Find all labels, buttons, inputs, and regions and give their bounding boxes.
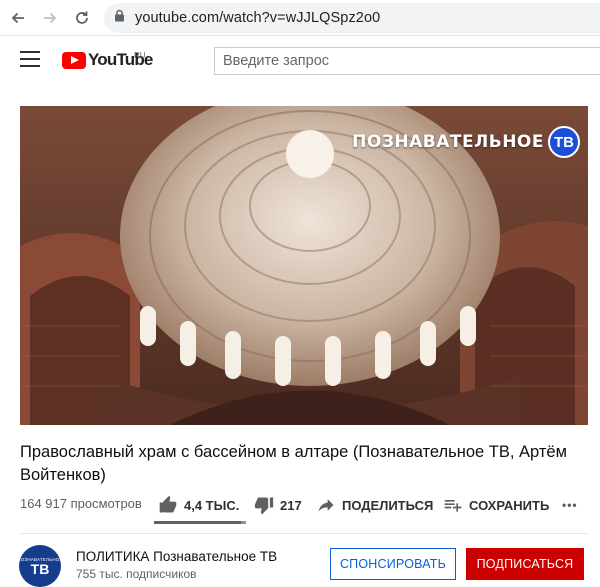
back-arrow-icon[interactable] bbox=[6, 6, 30, 30]
reload-icon[interactable] bbox=[70, 6, 94, 30]
view-count: 164 917 просмотров bbox=[20, 496, 142, 511]
more-actions-button[interactable]: ••• bbox=[562, 492, 578, 518]
like-bar-fill bbox=[154, 521, 242, 524]
watermark-text: ПОЗНАВАТЕЛЬНОЕ bbox=[352, 132, 544, 152]
channel-watermark: ПОЗНАВАТЕЛЬНОЕ ТВ bbox=[352, 126, 580, 158]
region-label: RU bbox=[134, 51, 146, 60]
save-button[interactable]: СОХРАНИТЬ bbox=[443, 492, 549, 518]
video-title: Православный храм с бассейном в алтаре (… bbox=[20, 443, 567, 484]
like-count: 4,4 ТЫС. bbox=[184, 497, 240, 513]
avatar-big-text: ТВ bbox=[30, 560, 50, 577]
subscribe-button[interactable]: ПОДПИСАТЬСЯ bbox=[466, 548, 584, 580]
search-box[interactable] bbox=[214, 47, 600, 75]
like-button[interactable]: 4,4 ТЫС. bbox=[158, 492, 239, 518]
share-label: ПОДЕЛИТЬСЯ bbox=[342, 497, 434, 513]
share-button[interactable]: ПОДЕЛИТЬСЯ bbox=[316, 492, 433, 518]
playlist-add-icon bbox=[444, 500, 462, 512]
subscriber-count: 755 тыс. подписчиков bbox=[76, 567, 197, 581]
url-text: youtube.com/watch?v=wJJLQSpz2o0 bbox=[135, 10, 381, 26]
browser-bar: youtube.com/watch?v=wJJLQSpz2o0 bbox=[0, 0, 600, 36]
thumbs-down-icon bbox=[254, 497, 274, 515]
thumbs-up-icon bbox=[159, 495, 177, 513]
lock-icon bbox=[114, 9, 125, 27]
forward-arrow-icon[interactable] bbox=[38, 6, 62, 30]
search-input[interactable] bbox=[223, 53, 600, 69]
like-dislike-bar bbox=[154, 521, 246, 524]
divider bbox=[20, 533, 588, 534]
address-bar[interactable]: youtube.com/watch?v=wJJLQSpz2o0 bbox=[104, 3, 600, 33]
channel-avatar[interactable]: ПОЗНАВАТЕЛЬНОЕ ТВ bbox=[17, 545, 63, 587]
watermark-badge: ТВ bbox=[548, 126, 580, 158]
save-label: СОХРАНИТЬ bbox=[469, 497, 550, 513]
dislike-count: 217 bbox=[280, 497, 302, 513]
share-icon bbox=[318, 499, 334, 512]
youtube-play-icon bbox=[62, 51, 86, 69]
sponsor-button[interactable]: СПОНСИРОВАТЬ bbox=[330, 548, 456, 580]
youtube-header: YouTube RU bbox=[0, 37, 600, 83]
menu-icon[interactable] bbox=[20, 51, 40, 67]
dislike-button[interactable]: 217 bbox=[254, 492, 302, 518]
channel-name[interactable]: ПОЛИТИКА Познавательное ТВ bbox=[76, 549, 277, 564]
video-player[interactable]: ПОЗНАВАТЕЛЬНОЕ ТВ bbox=[20, 106, 588, 425]
more-icon: ••• bbox=[562, 498, 578, 512]
